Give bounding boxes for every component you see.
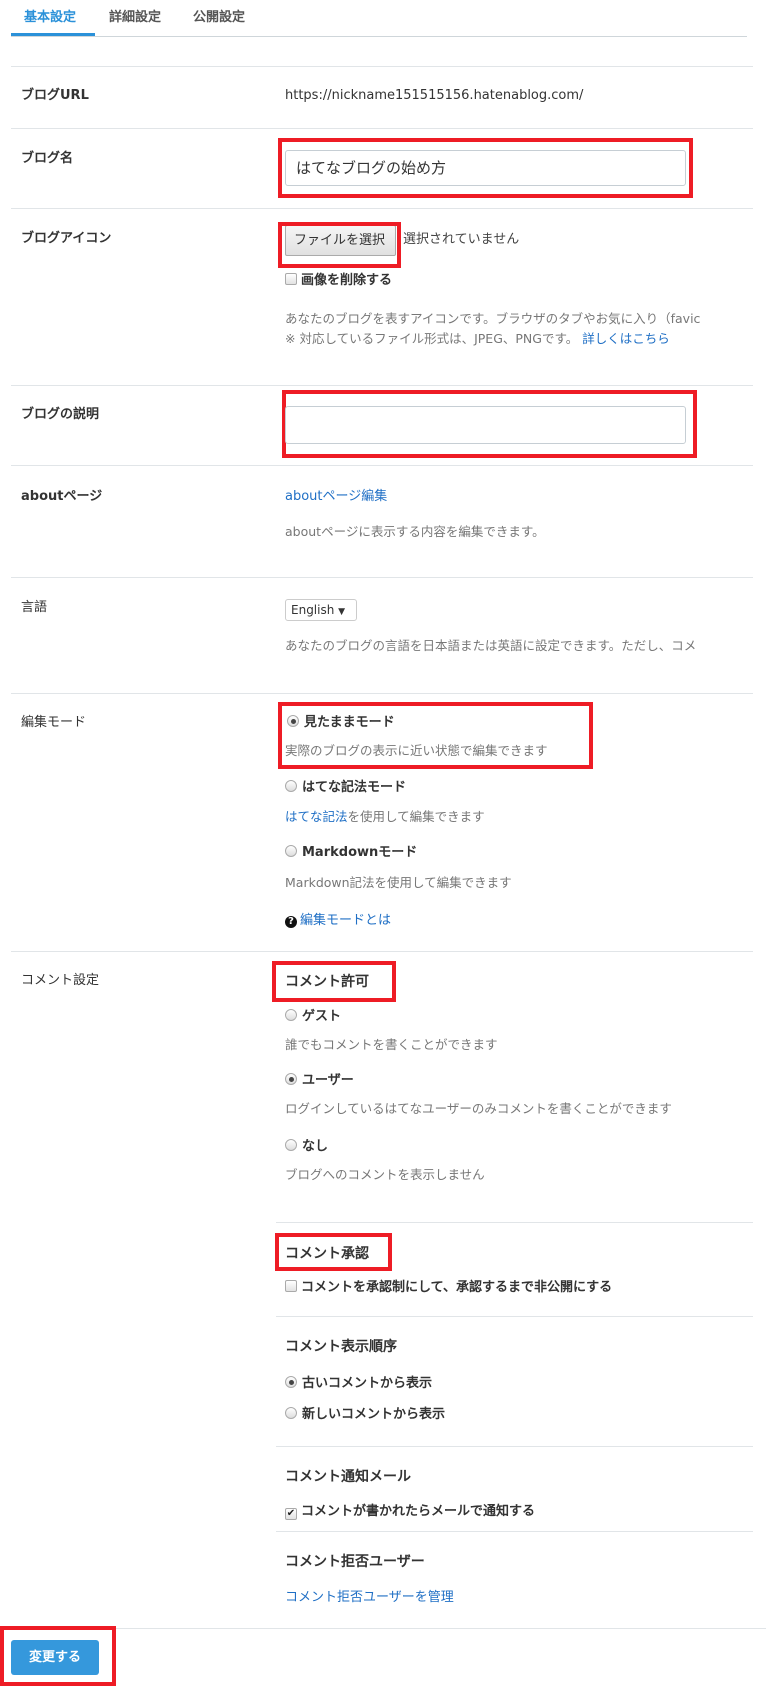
radio-icon[interactable]: [285, 1009, 297, 1021]
file-status: 選択されていません: [403, 232, 520, 247]
dropdown-arrow-icon: ▼: [338, 607, 346, 617]
order-newest-radio[interactable]: 新しいコメントから表示: [285, 1406, 445, 1424]
option-label: 新しいコメントから表示: [302, 1407, 446, 1422]
divider: [11, 385, 753, 386]
comment-settings-label: コメント設定: [21, 973, 100, 988]
edit-mode-wysiwyg-radio[interactable]: 見たままモード: [287, 714, 395, 732]
checkbox-label: コメントが書かれたらメールで通知する: [301, 1504, 536, 1519]
divider: [276, 1316, 753, 1317]
delete-image-checkbox[interactable]: 画像を削除する: [285, 272, 392, 290]
option-description: 実際のブログの表示に近い状態で編集できます: [285, 743, 548, 758]
comment-approval-title: コメント承認: [285, 1246, 369, 1262]
radio-icon[interactable]: [285, 845, 297, 857]
desc-text: を使用して編集できます: [347, 809, 485, 824]
checkmark-icon[interactable]: ✔: [285, 1508, 297, 1520]
blog-name-input[interactable]: はてなブログの始め方: [285, 150, 686, 186]
language-value: English: [291, 603, 335, 617]
permission-user-radio[interactable]: ユーザー: [285, 1072, 354, 1090]
blog-url-label: ブログURL: [21, 88, 89, 103]
option-label: はてな記法モード: [302, 780, 407, 795]
divider: [276, 1531, 753, 1532]
divider: [11, 208, 753, 209]
tab-public[interactable]: 公開設定: [193, 9, 245, 27]
edit-mode-help-link[interactable]: 編集モードとは: [300, 913, 391, 928]
permission-guest-radio[interactable]: ゲスト: [285, 1008, 341, 1026]
edit-mode-markdown-radio[interactable]: Markdownモード: [285, 844, 417, 862]
option-label: ゲスト: [302, 1009, 342, 1024]
blog-icon-label: ブログアイコン: [21, 231, 112, 246]
tab-divider: [11, 36, 747, 37]
divider: [11, 128, 753, 129]
blocked-users-title: コメント拒否ユーザー: [285, 1554, 425, 1570]
blog-desc-label: ブログの説明: [21, 407, 100, 422]
divider: [11, 1628, 766, 1629]
divider: [276, 1446, 753, 1447]
edit-mode-help[interactable]: ? 編集モードとは: [285, 912, 391, 930]
language-label: 言語: [21, 600, 48, 615]
radio-icon[interactable]: [287, 715, 299, 727]
option-label: 古いコメントから表示: [302, 1376, 433, 1391]
format-text: ※ 対応しているファイル形式は、JPEG、PNGです。: [285, 331, 579, 346]
divider: [11, 951, 753, 952]
checkbox-label: コメントを承認制にして、承認するまで非公開にする: [301, 1280, 613, 1295]
blog-description-input[interactable]: [285, 406, 686, 444]
comment-notify-checkbox[interactable]: ✔ コメントが書かれたらメールで通知する: [285, 1503, 535, 1521]
hatena-notation-link[interactable]: はてな記法: [285, 809, 348, 824]
radio-icon[interactable]: [285, 1407, 297, 1419]
checkbox-icon[interactable]: [285, 273, 297, 285]
option-label: ユーザー: [302, 1073, 354, 1088]
manage-blocked-users-link[interactable]: コメント拒否ユーザーを管理: [285, 1589, 454, 1607]
radio-icon[interactable]: [285, 1073, 297, 1085]
settings-page: 基本設定 詳細設定 公開設定 ブログURL https://nickname15…: [0, 0, 766, 1690]
comment-notify-title: コメント通知メール: [285, 1469, 411, 1485]
order-oldest-radio[interactable]: 古いコメントから表示: [285, 1375, 432, 1393]
comment-approval-checkbox[interactable]: コメントを承認制にして、承認するまで非公開にする: [285, 1279, 612, 1297]
option-description: Markdown記法を使用して編集できます: [285, 875, 512, 890]
divider: [276, 1222, 753, 1223]
language-select[interactable]: English ▼: [285, 599, 357, 621]
divider: [11, 465, 753, 466]
highlight-box: [278, 222, 401, 268]
checkbox-icon[interactable]: [285, 1280, 297, 1292]
comment-order-title: コメント表示順序: [285, 1339, 397, 1355]
option-label: なし: [302, 1139, 329, 1154]
language-description: あなたのブログの言語を日本語または英語に設定できます。ただし、コメ: [285, 638, 697, 653]
blog-url-value: https://nickname151515156.hatenablog.com…: [285, 88, 584, 103]
option-label: Markdownモード: [302, 845, 418, 860]
blog-name-label: ブログ名: [21, 151, 74, 166]
tab-detail[interactable]: 詳細設定: [109, 9, 161, 27]
tab-basic[interactable]: 基本設定: [24, 9, 76, 27]
radio-icon[interactable]: [285, 1376, 297, 1388]
delete-image-label: 画像を削除する: [301, 273, 393, 288]
divider: [11, 693, 753, 694]
edit-mode-label: 編集モード: [21, 715, 87, 730]
permission-none-radio[interactable]: なし: [285, 1138, 328, 1156]
icon-format-note: ※ 対応しているファイル形式は、JPEG、PNGです。 詳しくはこちら: [285, 330, 670, 348]
option-description: ブログへのコメントを表示しません: [285, 1167, 485, 1182]
about-edit-link[interactable]: aboutページ編集: [285, 488, 387, 506]
about-description: aboutページに表示する内容を編集できます。: [285, 524, 545, 539]
more-info-link[interactable]: 詳しくはこちら: [582, 331, 670, 346]
question-circle-icon: ?: [285, 916, 297, 928]
option-description: はてな記法を使用して編集できます: [285, 808, 485, 826]
active-tab-indicator: [11, 33, 95, 36]
option-description: ログインしているはてなユーザーのみコメントを書くことができます: [285, 1101, 672, 1116]
divider: [11, 66, 753, 67]
highlight-box: [0, 1626, 116, 1686]
comment-permission-title: コメント許可: [285, 974, 369, 990]
icon-description: あなたのブログを表すアイコンです。ブラウザのタブやお気に入り（favic: [285, 311, 701, 326]
radio-icon[interactable]: [285, 1139, 297, 1151]
option-label: 見たままモード: [304, 715, 395, 730]
divider: [11, 577, 753, 578]
about-label: aboutページ: [21, 489, 103, 504]
radio-icon[interactable]: [285, 780, 297, 792]
edit-mode-hatena-radio[interactable]: はてな記法モード: [285, 779, 406, 797]
option-description: 誰でもコメントを書くことができます: [285, 1037, 498, 1052]
